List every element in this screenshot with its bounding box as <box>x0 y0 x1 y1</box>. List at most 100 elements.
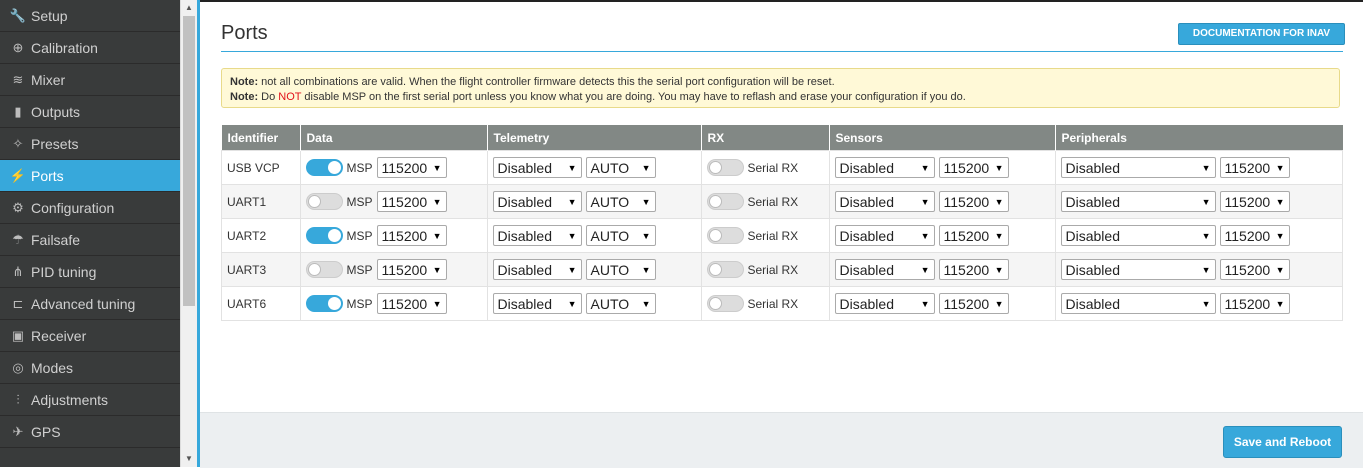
save-and-reboot-button[interactable]: Save and Reboot <box>1223 426 1342 458</box>
select-value: Disabled <box>839 261 894 278</box>
sidebar-item-advanced-tuning[interactable]: ⊏ Advanced tuning <box>0 288 180 320</box>
sidebar-item-calibration[interactable]: ⊕ Calibration <box>0 32 180 64</box>
sensors-baud-select[interactable]: 115200 ▼ <box>938 225 1009 246</box>
dropdown-arrow-icon: ▼ <box>641 230 651 241</box>
dropdown-arrow-icon: ▼ <box>994 264 1004 275</box>
select-value: 115200 <box>381 261 428 278</box>
sidebar-item-label: GPS <box>31 423 61 440</box>
dropdown-arrow-icon: ▼ <box>567 298 577 309</box>
sidebar-item-modes[interactable]: ◎ Modes <box>0 352 180 384</box>
sidebar-item-label: Modes <box>31 359 74 376</box>
motor-icon: ▮ <box>14 103 22 119</box>
serial-rx-toggle[interactable] <box>706 159 744 176</box>
sidebar-item-gps[interactable]: ✈ GPS <box>0 416 180 448</box>
telemetry-baud-select[interactable]: AUTO ▼ <box>585 293 656 314</box>
sidebar-item-configuration[interactable]: ⚙ Configuration <box>0 192 180 224</box>
msp-baud-select[interactable]: 115200 ▼ <box>376 191 447 212</box>
scroll-up-arrow-icon[interactable]: ▲ <box>181 0 197 16</box>
sidebar-item-label: Mixer <box>31 71 66 88</box>
peripherals-select[interactable]: Disabled ▼ <box>1060 259 1216 280</box>
dropdown-arrow-icon: ▼ <box>1275 230 1285 241</box>
sensors-baud-select[interactable]: 115200 ▼ <box>938 191 1009 212</box>
sidebar-item-failsafe[interactable]: ☂ Failsafe <box>0 224 180 256</box>
peripherals-select[interactable]: Disabled ▼ <box>1060 225 1216 246</box>
dropdown-arrow-icon: ▼ <box>1201 264 1211 275</box>
sensors-baud-select[interactable]: 115200 ▼ <box>938 259 1009 280</box>
select-value: 115200 <box>381 227 428 244</box>
peripherals-select[interactable]: Disabled ▼ <box>1060 293 1216 314</box>
sidebar-item-presets[interactable]: ✧ Presets <box>0 128 180 160</box>
telemetry-select[interactable]: Disabled ▼ <box>492 157 582 178</box>
sidebar-item-label: PID tuning <box>31 263 97 280</box>
sidebar-item-setup[interactable]: 🔧 Setup <box>0 0 180 32</box>
sensors-select[interactable]: Disabled ▼ <box>834 293 935 314</box>
peripherals-select[interactable]: Disabled ▼ <box>1060 157 1216 178</box>
main-content: Ports DOCUMENTATION FOR INAV Note: not a… <box>200 2 1363 412</box>
scrollbar-thumb[interactable] <box>183 16 195 306</box>
sidebar-item-pid-tuning[interactable]: ⋔ PID tuning <box>0 256 180 288</box>
msp-toggle[interactable] <box>305 193 343 210</box>
sensors-baud-select[interactable]: 115200 ▼ <box>938 293 1009 314</box>
telemetry-baud-select[interactable]: AUTO ▼ <box>585 157 656 178</box>
serial-rx-toggle[interactable] <box>706 227 744 244</box>
msp-toggle[interactable] <box>305 227 343 244</box>
scroll-down-arrow-icon[interactable]: ▼ <box>181 451 197 467</box>
sidebar-item-adjustments[interactable]: ⫶ Adjustments <box>0 384 180 416</box>
documentation-button[interactable]: DOCUMENTATION FOR INAV <box>1178 23 1345 45</box>
msp-toggle[interactable] <box>305 159 343 176</box>
sensors-select[interactable]: Disabled ▼ <box>834 225 935 246</box>
dropdown-arrow-icon: ▼ <box>641 264 651 275</box>
sidebar-item-outputs[interactable]: ▮ Outputs <box>0 96 180 128</box>
sensors-select[interactable]: Disabled ▼ <box>834 157 935 178</box>
telemetry-select[interactable]: Disabled ▼ <box>492 293 582 314</box>
msp-toggle[interactable] <box>305 295 343 312</box>
serial-rx-toggle[interactable] <box>706 193 744 210</box>
dropdown-arrow-icon: ▼ <box>641 196 651 207</box>
sensors-select[interactable]: Disabled ▼ <box>834 191 935 212</box>
dropdown-arrow-icon: ▼ <box>1275 298 1285 309</box>
msp-label: MSP <box>346 194 373 209</box>
msp-baud-select[interactable]: 115200 ▼ <box>376 293 447 314</box>
port-identifier: UART6 <box>227 296 267 311</box>
select-value: 115200 <box>381 159 428 176</box>
telemetry-select[interactable]: Disabled ▼ <box>492 225 582 246</box>
msp-baud-select[interactable]: 115200 ▼ <box>376 157 447 178</box>
msp-toggle[interactable] <box>305 261 343 278</box>
header-identifier: Identifier <box>221 125 301 151</box>
peripherals-baud-select[interactable]: 115200 ▼ <box>1219 293 1290 314</box>
telemetry-select[interactable]: Disabled ▼ <box>492 259 582 280</box>
sensors-baud-select[interactable]: 115200 ▼ <box>938 157 1009 178</box>
serial-rx-toggle[interactable] <box>706 261 744 278</box>
sidebar-item-mixer[interactable]: ≋ Mixer <box>0 64 180 96</box>
ports-table: Identifier Data Telemetry RX Sensors Per… <box>221 125 1343 321</box>
peripherals-baud-select[interactable]: 115200 ▼ <box>1219 157 1290 178</box>
sensors-select[interactable]: Disabled ▼ <box>834 259 935 280</box>
telemetry-baud-select[interactable]: AUTO ▼ <box>585 225 656 246</box>
rx-cell: Serial RX <box>700 286 830 321</box>
telemetry-baud-select[interactable]: AUTO ▼ <box>585 259 656 280</box>
telemetry-baud-select[interactable]: AUTO ▼ <box>585 191 656 212</box>
peripherals-baud-select[interactable]: 115200 ▼ <box>1219 259 1290 280</box>
peripherals-baud-select[interactable]: 115200 ▼ <box>1219 225 1290 246</box>
peripherals-baud-select[interactable]: 115200 ▼ <box>1219 191 1290 212</box>
msp-baud-select[interactable]: 115200 ▼ <box>376 225 447 246</box>
toggle-knob <box>307 263 321 276</box>
select-value: AUTO <box>590 227 630 244</box>
telemetry-cell: Disabled ▼ AUTO ▼ <box>486 286 702 321</box>
telemetry-cell: Disabled ▼ AUTO ▼ <box>486 150 702 185</box>
peripherals-select[interactable]: Disabled ▼ <box>1060 191 1216 212</box>
note-line-1: Note: not all combinations are valid. Wh… <box>230 75 1331 90</box>
sidebar-scrollbar[interactable]: ▲ ▼ <box>180 0 197 467</box>
dropdown-arrow-icon: ▼ <box>920 196 930 207</box>
msp-baud-select[interactable]: 115200 ▼ <box>376 259 447 280</box>
note-label: Note: <box>230 76 259 88</box>
sidebar-item-receiver[interactable]: ▣ Receiver <box>0 320 180 352</box>
select-value: Disabled <box>497 159 552 176</box>
select-value: Disabled <box>839 193 894 210</box>
serial-rx-toggle[interactable] <box>706 295 744 312</box>
note-line-2: Note: Do NOT disable MSP on the first se… <box>230 90 1331 105</box>
notes-box: Note: not all combinations are valid. Wh… <box>221 68 1340 108</box>
telemetry-select[interactable]: Disabled ▼ <box>492 191 582 212</box>
dropdown-arrow-icon: ▼ <box>567 264 577 275</box>
sidebar-item-ports[interactable]: ⚡ Ports <box>0 160 180 192</box>
